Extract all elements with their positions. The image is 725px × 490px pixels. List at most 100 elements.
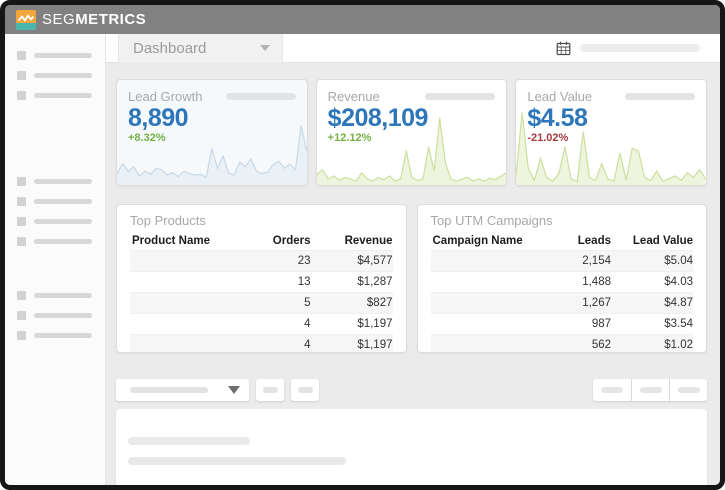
page-title: Dashboard (133, 40, 260, 57)
column-header: Product Name (130, 235, 243, 247)
cell-leads: 562 (543, 339, 611, 351)
button-label-placeholder (601, 387, 623, 393)
cell-revenue: $1,287 (311, 276, 393, 288)
filter-button-2[interactable] (291, 379, 319, 401)
cell-lead-value: $4.03 (611, 276, 693, 288)
nav-bullet-icon (17, 237, 26, 246)
bottom-detail-panel (116, 409, 707, 485)
button-label-placeholder (678, 387, 700, 393)
sidebar-item[interactable] (17, 217, 105, 226)
nav-bullet-icon (17, 197, 26, 206)
cell-revenue: $1,197 (311, 318, 393, 330)
chevron-down-icon (260, 45, 270, 51)
nav-bullet-icon (17, 331, 26, 340)
sidebar-group-1 (17, 51, 105, 111)
metric-title: Lead Growth (128, 89, 202, 104)
view-toggle-group (593, 379, 707, 401)
column-header: Orders (243, 235, 311, 247)
table-header: Campaign Name Leads Lead Value (431, 232, 694, 250)
tables-row: Top Products Product Name Orders Revenue… (116, 204, 707, 353)
metric-card-lead-value: Lead Value $4.58 -21.02% (515, 79, 707, 186)
filter-button-1[interactable] (256, 379, 284, 401)
sidebar-item[interactable] (17, 71, 105, 80)
nav-label-placeholder (34, 219, 92, 224)
sidebar-item[interactable] (17, 331, 105, 340)
sidebar-group-3 (17, 291, 105, 351)
top-products-table: Top Products Product Name Orders Revenue… (116, 204, 407, 353)
brand-name: SEGMETRICS (42, 11, 146, 28)
chevron-down-icon (228, 386, 240, 394)
metric-delta: +12.12% (328, 132, 496, 144)
table-row: 23$4,577 (130, 250, 393, 271)
table-row: 2,154$5.04 (431, 250, 694, 271)
date-range-placeholder (580, 44, 700, 52)
cell-lead-value: $4.87 (611, 297, 693, 309)
metric-cards-row: Lead Growth 8,890 +8.32% Revenue (116, 79, 707, 186)
panel-text-placeholder (128, 457, 346, 465)
filter-controls-row (116, 379, 707, 401)
sidebar-item[interactable] (17, 51, 105, 60)
nav-label-placeholder (34, 313, 92, 318)
nav-bullet-icon (17, 311, 26, 320)
sidebar-item[interactable] (17, 291, 105, 300)
sidebar-item[interactable] (17, 237, 105, 246)
view-toggle-3[interactable] (669, 379, 707, 401)
nav-bullet-icon (17, 217, 26, 226)
metric-delta: +8.32% (128, 132, 296, 144)
nav-label-placeholder (34, 93, 92, 98)
metric-delta: -21.02% (527, 132, 695, 144)
app-window: SEGMETRICS D (0, 0, 725, 490)
nav-label-placeholder (34, 333, 92, 338)
app-header: SEGMETRICS (5, 5, 720, 34)
sidebar (5, 34, 106, 485)
view-toggle-1[interactable] (593, 379, 631, 401)
nav-label-placeholder (34, 293, 92, 298)
dashboard-selector[interactable]: Dashboard (118, 34, 283, 63)
filter-dropdown[interactable] (116, 379, 249, 401)
segmetrics-logo: SEGMETRICS (16, 10, 146, 30)
date-range-picker[interactable] (556, 41, 700, 56)
nav-label-placeholder (34, 179, 92, 184)
table-row: 13$1,287 (130, 271, 393, 292)
sidebar-item[interactable] (17, 197, 105, 206)
nav-bullet-icon (17, 71, 26, 80)
button-label-placeholder (640, 387, 662, 393)
table-row: 1,267$4.87 (431, 292, 694, 313)
cell-lead-value: $5.04 (611, 255, 693, 267)
nav-bullet-icon (17, 91, 26, 100)
table-row: 987$3.54 (431, 313, 694, 334)
metric-card-lead-growth: Lead Growth 8,890 +8.32% (116, 79, 308, 186)
logo-chart-icon (16, 10, 36, 30)
table-row: 5$827 (130, 292, 393, 313)
filter-value-placeholder (130, 387, 208, 393)
cell-orders: 23 (243, 255, 311, 267)
nav-bullet-icon (17, 51, 26, 60)
brand-name-bold: METRICS (75, 11, 146, 28)
cell-orders: 4 (243, 318, 311, 330)
sidebar-item[interactable] (17, 177, 105, 186)
button-label-placeholder (298, 387, 313, 393)
view-toggle-2[interactable] (631, 379, 669, 401)
table-title: Top UTM Campaigns (431, 213, 694, 229)
metric-value: $4.58 (527, 104, 695, 132)
nav-label-placeholder (34, 53, 92, 58)
cell-leads: 987 (543, 318, 611, 330)
sidebar-item[interactable] (17, 91, 105, 100)
brand-name-light: SEG (42, 11, 75, 28)
metric-pill-placeholder (425, 93, 495, 100)
nav-bullet-icon (17, 177, 26, 186)
metric-value: $208,109 (328, 104, 496, 132)
cell-leads: 1,488 (543, 276, 611, 288)
table-row: 4$1,197 (130, 313, 393, 334)
metric-value: 8,890 (128, 104, 296, 132)
metric-title: Revenue (328, 89, 380, 104)
table-row: 562$1.02 (431, 334, 694, 353)
cell-revenue: $1,197 (311, 339, 393, 351)
cell-lead-value: $1.02 (611, 339, 693, 351)
column-header: Revenue (311, 235, 393, 247)
cell-leads: 1,267 (543, 297, 611, 309)
sidebar-item[interactable] (17, 311, 105, 320)
table-header: Product Name Orders Revenue (130, 232, 393, 250)
metric-card-revenue: Revenue $208,109 +12.12% (316, 79, 508, 186)
main-content: Lead Growth 8,890 +8.32% Revenue (106, 63, 720, 485)
